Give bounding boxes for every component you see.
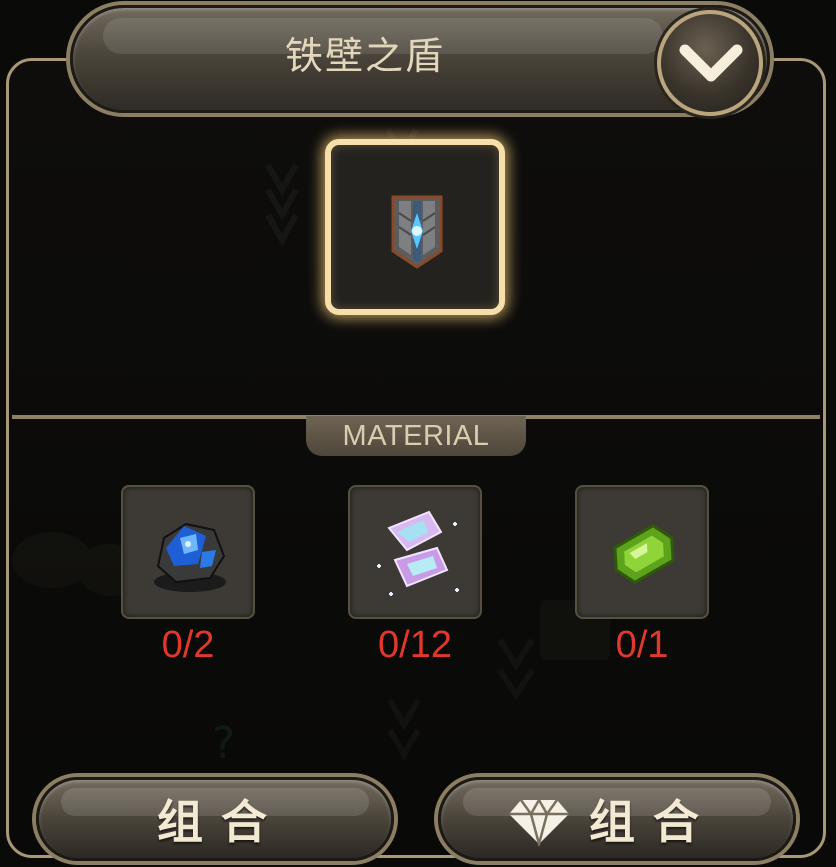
material-section-label: MATERIAL <box>306 416 526 456</box>
collapse-button[interactable] <box>657 10 763 116</box>
combine-button[interactable]: 组合 <box>36 777 394 861</box>
green-gem-icon <box>613 523 675 585</box>
material-count-2: 0/12 <box>378 624 452 666</box>
material-slot-1[interactable] <box>121 485 255 619</box>
item-title: 铁壁之盾 <box>284 34 445 78</box>
diamond-icon <box>509 798 569 846</box>
crystal-shard-icon <box>377 510 459 596</box>
material-slot-3[interactable] <box>575 485 709 619</box>
crafted-item-slot[interactable] <box>325 139 505 315</box>
material-count-1: 0/2 <box>161 624 215 666</box>
iron-wall-shield-icon <box>391 195 443 269</box>
gem-combine-button-label: 组合 <box>589 795 717 849</box>
chevron-down-icon <box>679 44 743 82</box>
gem-combine-button[interactable]: 组合 <box>438 777 796 861</box>
combine-button-label: 组合 <box>157 795 285 849</box>
material-count-3: 0/1 <box>615 624 669 666</box>
material-slot-2[interactable] <box>348 485 482 619</box>
blue-ore-icon <box>154 522 226 592</box>
